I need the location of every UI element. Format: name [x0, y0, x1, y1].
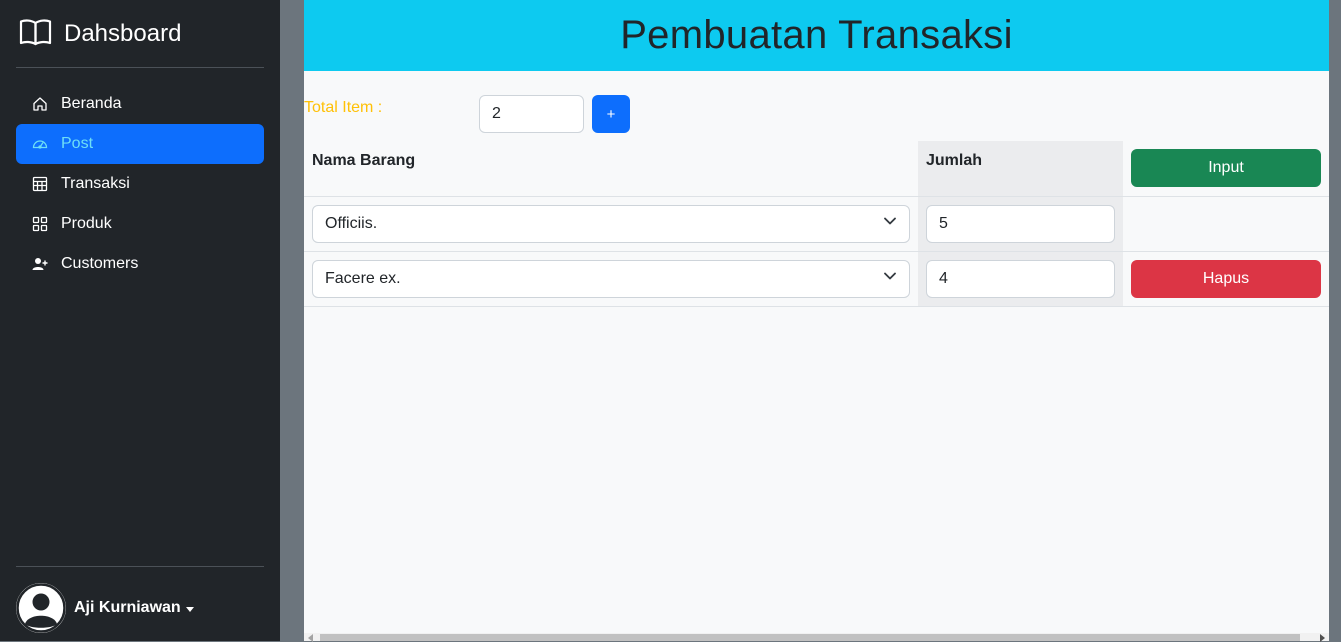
grid-icon [32, 216, 48, 232]
table-header-row: Nama Barang Jumlah Input [304, 141, 1329, 197]
table-icon [32, 176, 48, 192]
total-item-input[interactable] [479, 95, 584, 133]
caret-down-icon [185, 606, 194, 612]
jumlah-input[interactable] [926, 204, 1115, 243]
sidebar-nav: Beranda Post Transaksi Produk Customers [16, 84, 264, 284]
chevron-down-icon [883, 214, 897, 233]
action-cell [1123, 196, 1329, 252]
delete-row-button[interactable]: Hapus [1131, 259, 1321, 298]
barang-cell: Officiis. [304, 196, 918, 252]
user-name: Aji Kurniawan [74, 599, 181, 616]
sidebar-item-label: Transaksi [61, 175, 130, 192]
header-action-cell: Input [1123, 141, 1329, 197]
sidebar-item-customers[interactable]: Customers [16, 244, 264, 284]
transaction-table: Nama Barang Jumlah Input Officiis. 5 Fac… [304, 141, 1329, 307]
sidebar-item-produk[interactable]: Produk [16, 204, 264, 244]
sidebar-divider-bottom [16, 566, 264, 567]
sidebar-item-post[interactable]: Post [16, 124, 264, 164]
sidebar: Dahsboard Beranda Post Transaksi Produk [0, 0, 280, 641]
jumlah-cell [918, 196, 1123, 252]
action-cell: Hapus [1123, 251, 1329, 307]
barang-select-value: Officiis. [325, 214, 378, 232]
user-menu[interactable]: Aji Kurniawan [16, 583, 194, 633]
total-item-label: Total Item : [304, 99, 383, 116]
jumlah-input[interactable] [926, 259, 1115, 298]
house-icon [32, 96, 48, 112]
scrollbar-thumb[interactable] [320, 634, 1300, 641]
brand-label: Dahsboard [64, 20, 182, 47]
horizontal-scrollbar[interactable] [304, 633, 1329, 642]
table-row: Officiis. [304, 196, 1329, 252]
speedometer-icon [32, 136, 48, 152]
input-button[interactable]: Input [1131, 149, 1321, 187]
brand[interactable]: Dahsboard [19, 17, 181, 51]
sidebar-item-label: Customers [61, 255, 139, 272]
table-row: Facere ex. Hapus [304, 251, 1329, 307]
book-icon [19, 18, 52, 51]
header-nama-barang: Nama Barang [304, 141, 918, 197]
sidebar-item-label: Produk [61, 215, 112, 232]
header-jumlah: Jumlah [918, 141, 1123, 197]
barang-select[interactable]: Facere ex. [312, 259, 910, 298]
avatar [16, 583, 66, 633]
sidebar-item-beranda[interactable]: Beranda [16, 84, 264, 124]
barang-cell: Facere ex. [304, 251, 918, 307]
main-content: Pembuatan Transaksi Total Item : + Nama … [304, 0, 1329, 642]
sidebar-item-transaksi[interactable]: Transaksi [16, 164, 264, 204]
barang-select-value: Facere ex. [325, 269, 401, 287]
chevron-down-icon [883, 269, 897, 288]
person-add-icon [32, 256, 48, 272]
page-title: Pembuatan Transaksi [620, 13, 1013, 57]
sidebar-item-label: Beranda [61, 95, 122, 112]
page-header: Pembuatan Transaksi [304, 0, 1329, 71]
barang-select[interactable]: Officiis. [312, 204, 910, 243]
sidebar-divider-top [16, 67, 264, 68]
jumlah-cell [918, 251, 1123, 307]
add-item-button[interactable]: + [592, 95, 630, 133]
sidebar-item-label: Post [61, 135, 94, 152]
